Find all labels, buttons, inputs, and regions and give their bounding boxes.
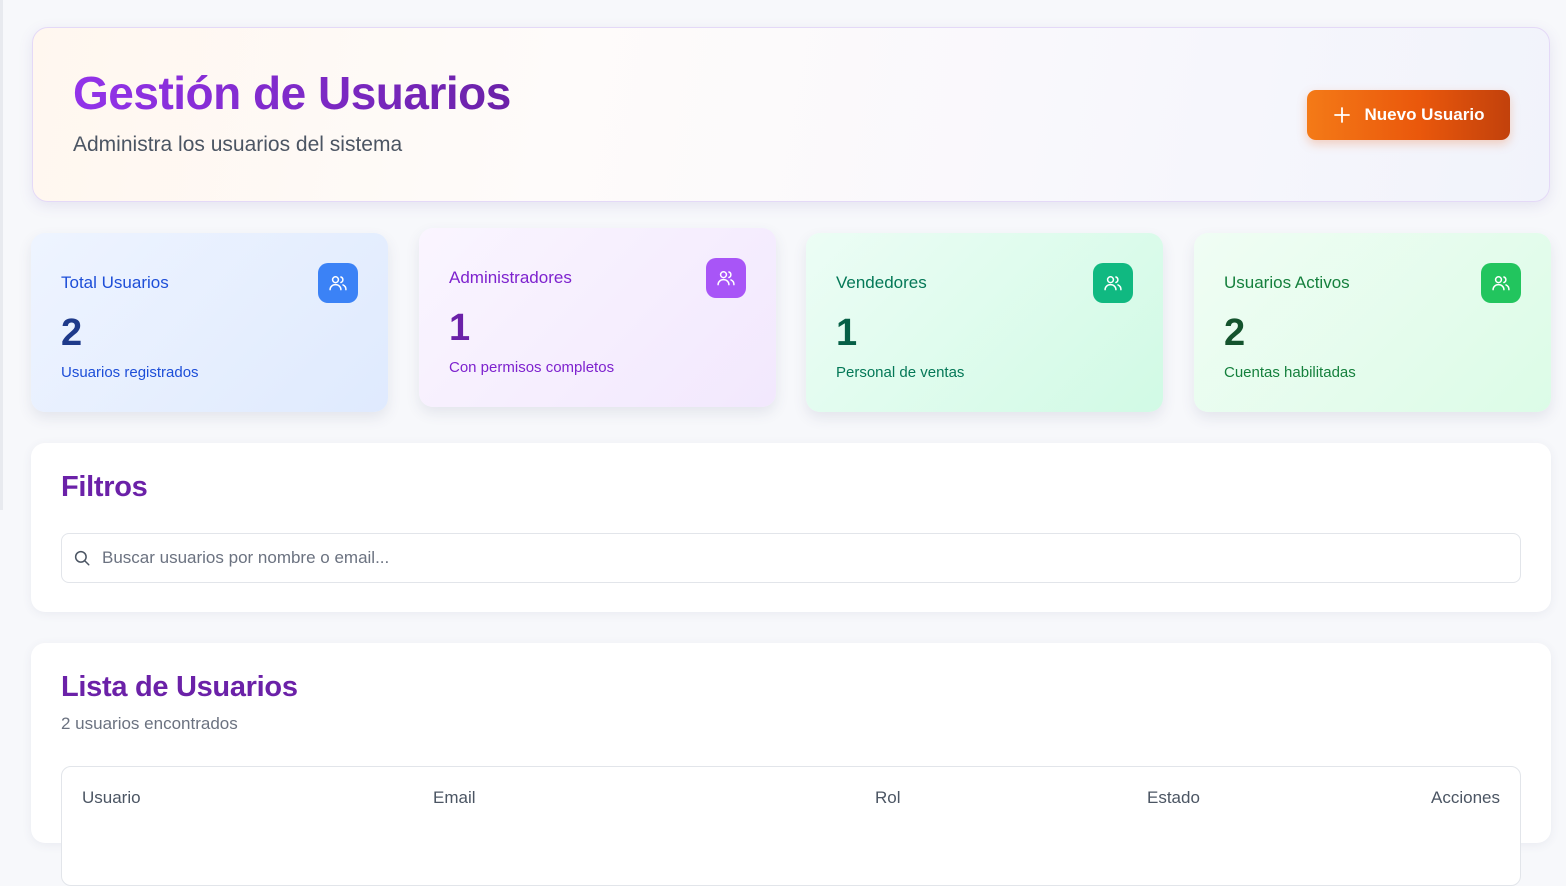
sidebar-edge	[0, 0, 3, 510]
stat-caption: Personal de ventas	[836, 364, 965, 381]
users-icon	[1481, 263, 1521, 303]
page-subtitle: Administra los usuarios del sistema	[73, 133, 403, 156]
column-header-role: Rol	[875, 788, 901, 807]
stat-card-active-users: Usuarios Activos 2 Cuentas habilitadas	[1194, 233, 1551, 412]
stat-title: Total Usuarios	[61, 273, 169, 292]
users-icon	[318, 263, 358, 303]
stat-value: 2	[1224, 312, 1246, 354]
stat-card-administrators: Administradores 1 Con permisos completos	[419, 228, 776, 407]
user-count: 2 usuarios encontrados	[61, 714, 238, 733]
search-input[interactable]	[102, 534, 1502, 582]
stat-value: 1	[449, 307, 471, 349]
column-header-email: Email	[433, 788, 476, 807]
stat-card-total-users: Total Usuarios 2 Usuarios registrados	[31, 233, 388, 412]
stat-card-sellers: Vendedores 1 Personal de ventas	[806, 233, 1163, 412]
stat-title: Administradores	[449, 268, 572, 287]
user-list-title: Lista de Usuarios	[61, 671, 298, 703]
column-header-status: Estado	[1147, 788, 1200, 807]
search-box	[61, 533, 1521, 583]
page-title: Gestión de Usuarios	[73, 67, 511, 119]
plus-icon	[1333, 106, 1351, 124]
user-list-panel: Lista de Usuarios 2 usuarios encontrados…	[31, 643, 1551, 886]
stat-title: Usuarios Activos	[1224, 273, 1350, 292]
page-header: Gestión de Usuarios Administra los usuar…	[32, 27, 1550, 202]
stat-caption: Con permisos completos	[449, 359, 615, 376]
stat-caption: Usuarios registrados	[61, 364, 199, 381]
stat-caption: Cuentas habilitadas	[1224, 364, 1356, 381]
new-user-button[interactable]: Nuevo Usuario	[1307, 90, 1510, 140]
column-header-actions: Acciones	[1431, 788, 1500, 807]
stat-value: 1	[836, 312, 858, 354]
search-icon	[73, 549, 91, 567]
column-header-user: Usuario	[82, 788, 141, 807]
users-table: Usuario Email Rol Estado Acciones	[61, 766, 1521, 886]
users-icon	[1093, 263, 1133, 303]
stat-value: 2	[61, 312, 83, 354]
new-user-button-label: Nuevo Usuario	[1364, 105, 1485, 124]
stat-title: Vendedores	[836, 273, 927, 292]
filters-title: Filtros	[61, 471, 148, 503]
users-icon	[706, 258, 746, 298]
filters-panel: Filtros	[31, 443, 1551, 612]
